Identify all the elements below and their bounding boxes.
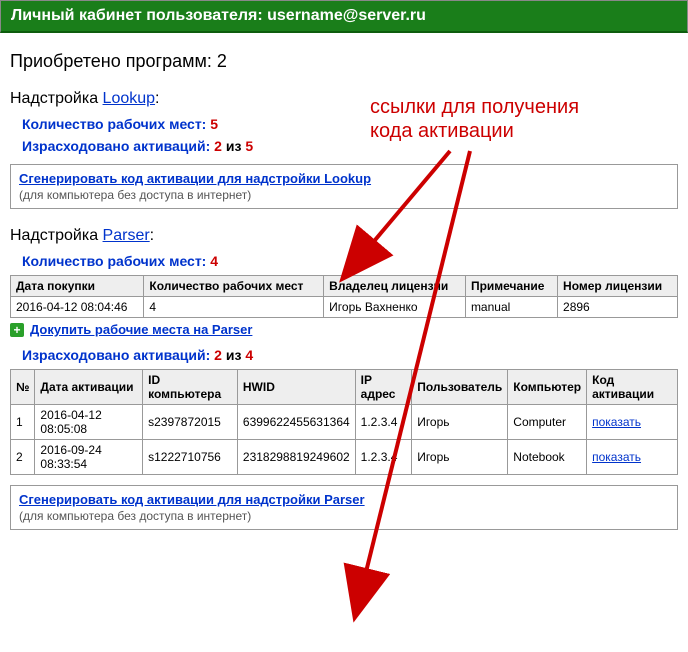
table-header-row: Дата покупки Количество рабочих мест Вла… xyxy=(11,276,678,297)
col-owner: Владелец лицензии xyxy=(324,276,466,297)
parser-used: Израсходовано активаций: 2 из 4 xyxy=(22,347,678,363)
col-note: Примечание xyxy=(465,276,557,297)
header-username: username@server.ru xyxy=(267,7,426,24)
lookup-gen-box: Сгенерировать код активации для надстрой… xyxy=(10,164,678,209)
col-date: Дата покупки xyxy=(11,276,144,297)
account-header: Личный кабинет пользователя: username@se… xyxy=(0,0,688,33)
activation-table: № Дата активации ID компьютера HWID IP а… xyxy=(10,369,678,475)
col-user: Пользователь xyxy=(412,370,508,405)
table-row: 2016-04-12 08:04:46 4 Игорь Вахненко man… xyxy=(11,297,678,318)
parser-section-title: Надстройка Parser: xyxy=(10,227,678,245)
lookup-section-title: Надстройка Lookup: xyxy=(10,90,678,108)
col-date: Дата активации xyxy=(35,370,143,405)
col-comp: Компьютер xyxy=(508,370,587,405)
parser-gen-link[interactable]: Сгенерировать код активации для надстрой… xyxy=(19,492,365,507)
col-lic: Номер лицензии xyxy=(558,276,678,297)
table-row: 1 2016-04-12 08:05:08 s2397872015 639962… xyxy=(11,405,678,440)
col-id: ID компьютера xyxy=(143,370,238,405)
col-code: Код активации xyxy=(587,370,678,405)
parser-gen-sub: (для компьютера без доступа в интернет) xyxy=(19,509,669,523)
lookup-used: Израсходовано активаций: 2 из 5 xyxy=(22,138,678,154)
lookup-link[interactable]: Lookup xyxy=(103,90,156,107)
parser-gen-box: Сгенерировать код активации для надстрой… xyxy=(10,485,678,530)
plus-icon: + xyxy=(10,323,24,337)
col-seats: Количество рабочих мест xyxy=(144,276,324,297)
header-title-prefix: Личный кабинет пользователя: xyxy=(11,7,267,24)
lookup-gen-sub: (для компьютера без доступа в интернет) xyxy=(19,188,669,202)
add-seats-link[interactable]: Докупить рабочие места на Parser xyxy=(30,322,252,337)
purchase-table: Дата покупки Количество рабочих мест Вла… xyxy=(10,275,678,318)
col-ip: IP адрес xyxy=(355,370,412,405)
parser-link[interactable]: Parser xyxy=(103,227,150,244)
show-code-link[interactable]: показать xyxy=(592,450,641,464)
purchased-summary: Приобретено программ: 2 xyxy=(10,51,678,72)
lookup-seats: Количество рабочих мест: 5 xyxy=(22,116,678,132)
add-seats-line: + Докупить рабочие места на Parser xyxy=(10,322,678,337)
table-header-row: № Дата активации ID компьютера HWID IP а… xyxy=(11,370,678,405)
col-hwid: HWID xyxy=(237,370,355,405)
table-row: 2 2016-09-24 08:33:54 s1222710756 231829… xyxy=(11,440,678,475)
show-code-link[interactable]: показать xyxy=(592,415,641,429)
lookup-gen-link[interactable]: Сгенерировать код активации для надстрой… xyxy=(19,171,371,186)
col-n: № xyxy=(11,370,35,405)
parser-seats: Количество рабочих мест: 4 xyxy=(22,253,678,269)
